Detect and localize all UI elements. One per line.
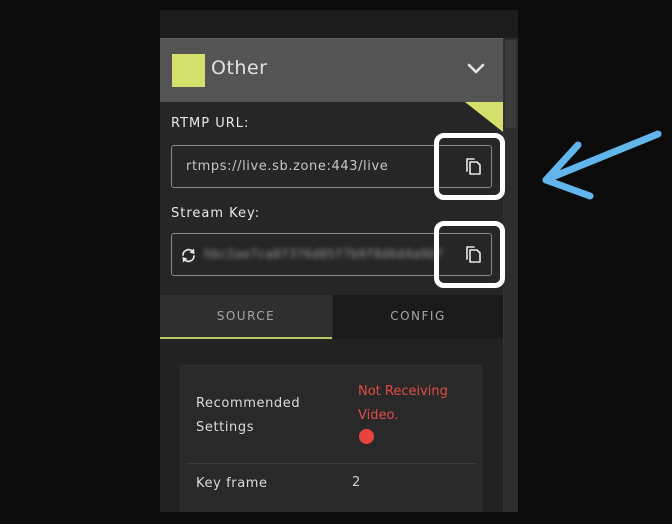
stream-key-value[interactable]: hbc2ae7ca8f376d05f7b9f8d6d4a9b7 [204,247,443,261]
refresh-icon[interactable] [180,247,197,264]
rtmp-url-value[interactable]: rtmps://live.sb.zone:443/live [186,159,388,174]
status-text: Not Receiving Video. [358,384,448,423]
stream-key-field[interactable]: hbc2ae7ca8f376d05f7b9f8d6d4a9b7 [171,233,492,276]
chevron-down-icon[interactable] [467,61,485,75]
rtmp-url-field[interactable]: rtmps://live.sb.zone:443/live [171,145,492,188]
recommended-settings-label: Recommended Settings [196,396,301,435]
tab-bar: SOURCE CONFIG [160,295,503,339]
platform-name: Other [211,57,268,79]
row-divider [186,463,476,464]
keyframe-value: 2 [352,475,361,490]
tab-source[interactable]: SOURCE [160,295,332,339]
copy-icon[interactable] [462,244,484,266]
platform-color-swatch [172,54,205,87]
copy-icon[interactable] [462,156,484,178]
stream-key-label: Stream Key: [171,206,261,221]
rtmp-url-label: RTMP URL: [171,116,250,131]
stream-settings-panel: Other RTMP URL: rtmps://live.sb.zone:443… [160,10,518,512]
tab-config[interactable]: CONFIG [333,295,503,339]
platform-header[interactable]: Other [160,38,503,102]
annotation-arrow-icon [542,130,662,200]
panel-top-bar [160,10,518,38]
recommended-settings-card: Recommended Settings Not Receiving Video… [180,365,482,512]
scrollbar-thumb[interactable] [505,40,516,128]
corner-flag-marker [465,102,503,132]
status-indicator-dot [359,429,374,444]
source-tab-content: Recommended Settings Not Receiving Video… [160,339,503,512]
keyframe-label: Key frame [196,476,268,491]
